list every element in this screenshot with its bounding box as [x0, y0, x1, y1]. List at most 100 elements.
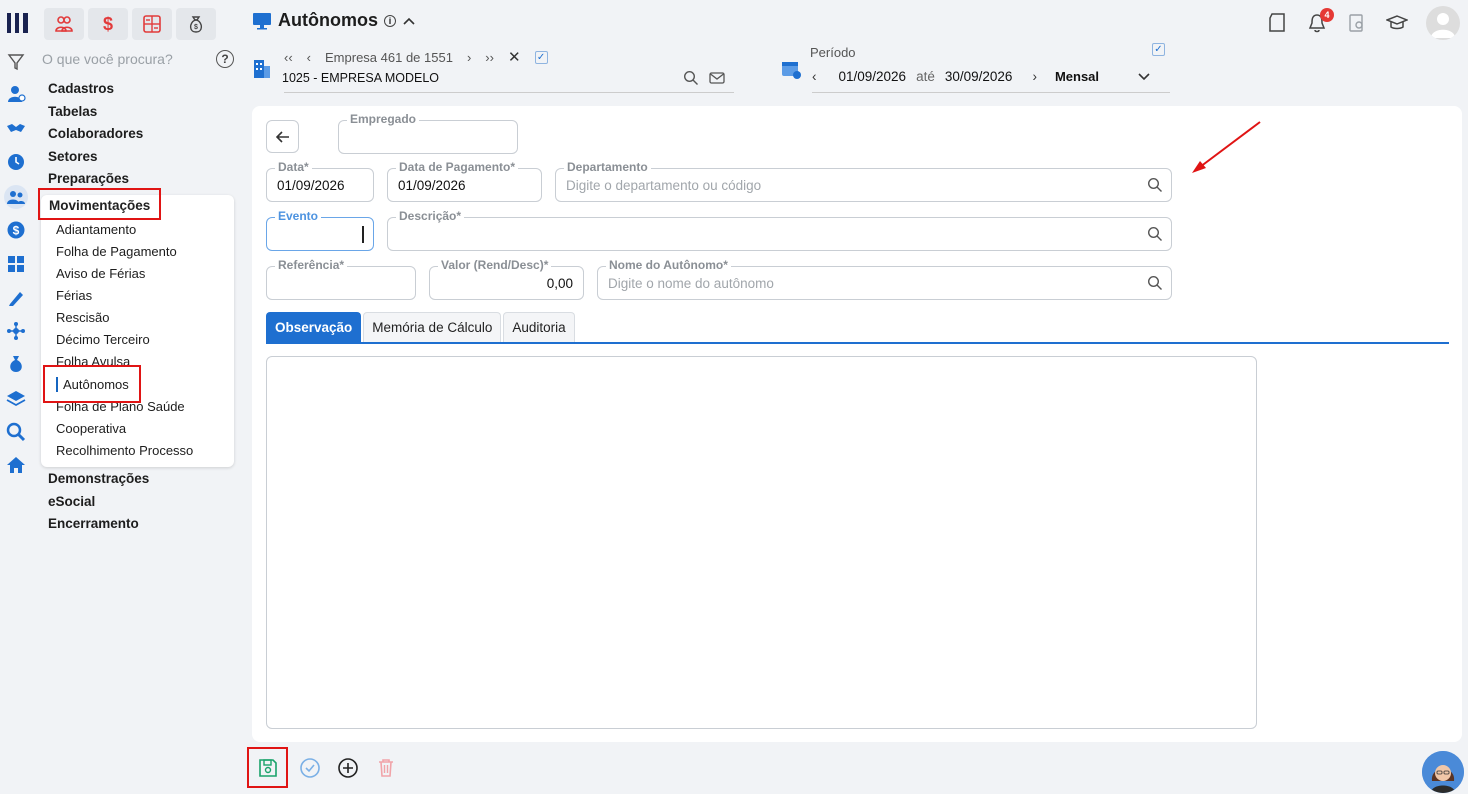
assistant-avatar[interactable] [1422, 751, 1464, 793]
menu-item-demonstracoes[interactable]: Demonstrações [48, 471, 149, 486]
tab-auditoria[interactable]: Auditoria [503, 312, 575, 342]
tab-underline [266, 342, 1449, 344]
submenu-item-folha-pagamento[interactable]: Folha de Pagamento [56, 244, 177, 259]
departamento-label: Departamento [564, 160, 651, 174]
money-bag-icon[interactable]: $ [176, 8, 216, 40]
next-company-icon[interactable]: › [467, 50, 471, 65]
report-search-icon[interactable] [1346, 12, 1368, 34]
menu-search[interactable]: O que você procura? ? [42, 48, 234, 70]
evento-label: Evento [275, 209, 322, 223]
menu-item-encerramento[interactable]: Encerramento [48, 516, 139, 531]
company-counter: Empresa 461 de 1551 [325, 49, 453, 65]
descricao-label: Descrição* [396, 209, 465, 223]
next-period-icon[interactable]: › [1032, 69, 1037, 84]
user-avatar[interactable] [1426, 6, 1460, 40]
network-icon[interactable] [4, 319, 28, 343]
close-icon[interactable]: ✕ [508, 48, 521, 66]
period-type[interactable]: Mensal [1055, 69, 1099, 84]
help-icon[interactable]: ? [216, 50, 234, 68]
chevron-up-icon[interactable] [402, 16, 416, 26]
submenu-item-cooperativa[interactable]: Cooperativa [56, 421, 126, 436]
filter-icon[interactable] [4, 50, 28, 74]
svg-text:$: $ [194, 24, 198, 31]
empregado-field[interactable]: Empregado [338, 112, 518, 154]
submenu-movimentacoes: Movimentações Adiantamento Folha de Paga… [41, 195, 234, 467]
referencia-field[interactable]: Referência* [266, 258, 416, 300]
team-icon[interactable] [4, 185, 28, 209]
plus-circle-icon [338, 758, 358, 778]
dollar-icon[interactable]: $ [88, 8, 128, 40]
delete-button[interactable] [374, 756, 398, 780]
submenu-item-recolhimento-processo[interactable]: Recolhimento Processo [56, 443, 193, 458]
money-bag-rail-icon[interactable] [4, 352, 28, 376]
page-title-text: Autônomos [278, 10, 378, 30]
save-button[interactable] [256, 756, 280, 780]
search-rail-icon[interactable] [4, 420, 28, 444]
calculator-icon[interactable] [4, 252, 28, 276]
nome-autonomo-field[interactable]: Nome do Autônomo* Digite o nome do autôn… [597, 258, 1172, 300]
period-checkbox[interactable]: ✓ [1152, 43, 1165, 56]
observacao-textarea[interactable] [266, 356, 1257, 729]
submenu-item-decimo-terceiro[interactable]: Décimo Terceiro [56, 332, 150, 347]
company-nav: ‹‹ ‹ Empresa 461 de 1551 › ›› ✕ ✓ [284, 48, 548, 66]
prev-period-icon[interactable]: ‹ [812, 69, 817, 84]
layers-icon[interactable] [4, 386, 28, 410]
data-field[interactable]: Data* 01/09/2026 [266, 160, 374, 202]
home-icon[interactable] [4, 453, 28, 477]
handshake-icon[interactable] [4, 116, 28, 140]
pen-chart-icon[interactable] [4, 286, 28, 310]
departamento-field[interactable]: Departamento Digite o departamento ou có… [555, 160, 1172, 202]
people-group-icon[interactable] [44, 8, 84, 40]
valor-label: Valor (Rend/Desc)* [438, 258, 552, 272]
nome-autonomo-placeholder: Digite o nome do autônomo [608, 276, 774, 291]
coin-icon[interactable]: $ [4, 218, 28, 242]
info-icon[interactable]: i [383, 14, 396, 27]
descricao-field[interactable]: Descrição* [387, 209, 1172, 251]
evento-field[interactable]: Evento [266, 209, 374, 251]
last-company-icon[interactable]: ›› [485, 50, 494, 65]
document-icon[interactable] [1266, 12, 1288, 34]
submenu-item-rescisao[interactable]: Rescisão [56, 310, 109, 325]
menu-item-esocial[interactable]: eSocial [48, 494, 95, 509]
period-start[interactable]: 01/09/2026 [839, 69, 907, 84]
clock-icon[interactable] [4, 150, 28, 174]
app-logo[interactable] [6, 10, 30, 36]
valor-field[interactable]: Valor (Rend/Desc)* 0,00 [429, 258, 584, 300]
period-end[interactable]: 30/09/2026 [945, 69, 1013, 84]
mail-icon[interactable] [709, 71, 725, 85]
menu-item-cadastros[interactable]: Cadastros [48, 81, 114, 96]
submenu-item-ferias[interactable]: Férias [56, 288, 92, 303]
calculator-grid-icon[interactable] [132, 8, 172, 40]
confirm-button[interactable] [298, 756, 322, 780]
form-actions [252, 756, 398, 780]
back-button[interactable] [266, 120, 299, 153]
tab-observacao[interactable]: Observação [266, 312, 362, 342]
save-icon [259, 759, 277, 777]
valor-value: 0,00 [546, 276, 573, 291]
user-add-icon[interactable] [4, 82, 28, 106]
menu-search-placeholder[interactable]: O que você procura? [42, 51, 173, 67]
prev-company-icon[interactable]: ‹ [307, 50, 311, 65]
search-icon[interactable] [1147, 177, 1163, 193]
highlight-autonomos [43, 365, 141, 403]
company-checkbox[interactable]: ✓ [534, 50, 548, 64]
add-button[interactable] [336, 756, 360, 780]
search-icon[interactable] [683, 70, 699, 86]
menu-item-tabelas[interactable]: Tabelas [48, 104, 97, 119]
tab-bar: Observação Memória de Cálculo Auditoria [266, 312, 577, 342]
graduation-cap-icon[interactable] [1384, 12, 1410, 34]
menu-item-colaboradores[interactable]: Colaboradores [48, 126, 143, 141]
tab-memoria-calculo[interactable]: Memória de Cálculo [363, 312, 502, 342]
company-name[interactable]: 1025 - EMPRESA MODELO [282, 71, 439, 85]
search-icon[interactable] [1147, 275, 1163, 291]
bell-icon[interactable]: 4 [1306, 8, 1334, 34]
menu-item-setores[interactable]: Setores [48, 149, 98, 164]
submenu-item-adiantamento[interactable]: Adiantamento [56, 222, 136, 237]
data-pagamento-field[interactable]: Data de Pagamento* 01/09/2026 [387, 160, 542, 202]
first-company-icon[interactable]: ‹‹ [284, 50, 293, 65]
module-bar: $ $ [44, 8, 216, 40]
menu-item-preparacoes[interactable]: Preparações [48, 171, 129, 186]
submenu-item-aviso-ferias[interactable]: Aviso de Férias [56, 266, 145, 281]
chevron-down-icon[interactable] [1137, 72, 1151, 82]
search-icon[interactable] [1147, 226, 1163, 242]
